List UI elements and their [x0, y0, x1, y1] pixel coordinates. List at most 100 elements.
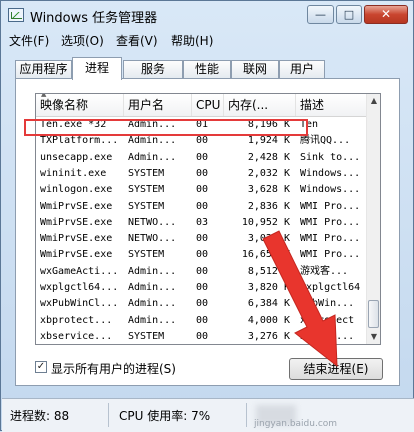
column-memory[interactable]: 内存(... [224, 94, 296, 116]
cell-mem: 16,652 K [241, 249, 290, 261]
table-row[interactable]: wxGameActi... Admin... 00 8,512 K 游戏客... [36, 264, 366, 280]
cell-mem: 3,628 K [247, 184, 290, 196]
table-row[interactable]: xbprotect... Admin... 00 4,000 K xbprotect [36, 313, 366, 329]
cell-user: SYSTEM [128, 249, 165, 261]
cell-mem: 6,384 K [247, 298, 290, 310]
close-button[interactable]: ✕ [364, 5, 408, 24]
cell-name: wininit.exe [40, 167, 107, 179]
scroll-down-icon[interactable]: ▼ [368, 330, 380, 344]
cell-desc: PubWin... [300, 298, 355, 310]
process-list[interactable]: ▲ 映像名称 用户名 CPU 内存(... 描述 Ten.exe *32 Admi… [35, 93, 381, 345]
tab-networking[interactable]: 联网 [231, 60, 279, 79]
cell-desc: Sink to... [300, 151, 361, 163]
cell-user: NETWO... [128, 233, 177, 245]
table-row[interactable]: Ten.exe *32 Admin... 01 8,196 K Ten [36, 117, 366, 133]
menu-file[interactable]: 文件(F) [9, 32, 49, 49]
status-bar: 进程数: 88 CPU 使用率: 7% [2, 398, 414, 432]
tab-services[interactable]: 服务 [123, 60, 183, 79]
cell-user: SYSTEM [128, 200, 165, 212]
cell-user: SYSTEM [128, 184, 165, 196]
tab-performance[interactable]: 性能 [183, 60, 231, 79]
table-row[interactable]: WmiPrvSE.exe SYSTEM 00 2,836 K WMI Pro... [36, 199, 366, 215]
cell-mem: 2,428 K [247, 151, 290, 163]
processes-panel: ▲ 映像名称 用户名 CPU 内存(... 描述 Ten.exe *32 Admi… [15, 78, 400, 386]
cell-mem: 3,028 K [247, 233, 290, 245]
cell-desc: WMI Pro... [300, 233, 361, 245]
table-row[interactable]: xbservice... SYSTEM 00 3,276 K xbserv... [36, 329, 366, 344]
tab-processes[interactable]: 进程 [72, 57, 122, 80]
cell-name: WmiPrvSE.exe [40, 233, 113, 245]
cell-desc: Windows... [300, 184, 361, 196]
window-title: Windows 任务管理器 [30, 11, 158, 26]
cell-name: wxPubWinCl... [40, 298, 119, 310]
cell-name: wxGameActi... [40, 265, 119, 277]
table-row[interactable]: WmiPrvSE.exe NETWO... 03 10,952 K WMI Pro... [36, 215, 366, 231]
cell-desc: 腾讯QQ... [300, 135, 351, 147]
cell-name: xbservice... [40, 330, 113, 342]
cell-name: wxplgctl64... [40, 282, 119, 293]
title-bar[interactable]: Windows 任务管理器 — □ ✕ [1, 1, 413, 29]
cell-name: xbprotect... [40, 314, 113, 326]
minimize-button[interactable]: — [307, 5, 334, 24]
column-description-label: 描述 [300, 98, 325, 112]
cell-desc: 游戏客... [300, 265, 349, 277]
table-row[interactable]: wininit.exe SYSTEM 00 2,032 K Windows... [36, 166, 366, 182]
sort-up-icon: ▲ [41, 93, 47, 98]
cell-cpu: 00 [196, 249, 209, 261]
cell-cpu: 00 [196, 265, 209, 277]
cell-name: TXPlatform... [40, 135, 119, 147]
cell-cpu: 00 [196, 282, 209, 293]
end-process-button[interactable]: 结束进程(E) [289, 358, 383, 380]
menu-view[interactable]: 查看(V) [116, 32, 158, 49]
column-user-name[interactable]: 用户名 [124, 94, 192, 116]
cell-cpu: 03 [196, 216, 209, 228]
watermark: jingyan.baidu.com [254, 419, 338, 429]
menu-help[interactable]: 帮助(H) [171, 32, 213, 49]
cell-cpu: 00 [196, 314, 209, 326]
scroll-thumb[interactable] [368, 300, 379, 328]
column-image-name[interactable]: ▲ 映像名称 [36, 94, 124, 116]
show-all-users-label: 显示所有用户的进程(S) [51, 362, 176, 376]
cell-mem: 8,196 K [247, 119, 290, 130]
cell-desc: Ten [300, 119, 319, 130]
cell-cpu: 00 [196, 184, 209, 196]
column-cpu[interactable]: CPU [192, 94, 224, 116]
cell-desc: xbprotect [300, 314, 355, 326]
cell-mem: 1,924 K [247, 135, 290, 147]
table-row[interactable]: WmiPrvSE.exe NETWO... 00 3,028 K WMI Pro... [36, 231, 366, 247]
cell-user: SYSTEM [128, 167, 165, 179]
cell-cpu: 00 [196, 151, 209, 163]
menu-options[interactable]: 选项(O) [61, 32, 104, 49]
scroll-up-icon[interactable]: ▲ [368, 94, 380, 108]
maximize-button[interactable]: □ [336, 5, 362, 24]
cell-name: WmiPrvSE.exe [40, 216, 113, 228]
column-description[interactable]: 描述 [296, 94, 366, 116]
cell-desc: WMI Pro... [300, 216, 361, 228]
table-row[interactable]: TXPlatform... Admin... 00 1,924 K 腾讯QQ... [36, 133, 366, 149]
table-row[interactable]: WmiPrvSE.exe SYSTEM 00 16,652 K WMI Pro... [36, 247, 366, 263]
cell-user: Admin... [128, 151, 177, 163]
table-row[interactable]: winlogon.exe SYSTEM 00 3,628 K Windows... [36, 182, 366, 198]
cell-mem: 8,512 K [247, 265, 290, 277]
table-row[interactable]: unsecapp.exe Admin... 00 2,428 K Sink to... [36, 150, 366, 166]
cell-user: Admin... [128, 119, 177, 130]
show-all-users-checkbox[interactable]: ✓ [35, 361, 47, 373]
cell-user: Admin... [128, 298, 177, 310]
cell-cpu: 00 [196, 135, 209, 147]
cell-mem: 4,000 K [247, 314, 290, 326]
cell-desc: wxplgctl64 [300, 282, 361, 293]
cell-user: SYSTEM [128, 330, 165, 342]
table-row[interactable]: wxplgctl64... Admin... 00 3,820 K wxplgctl64 [36, 280, 366, 296]
vertical-scrollbar[interactable]: ▲ ▼ [366, 94, 380, 344]
column-image-name-label: 映像名称 [40, 98, 89, 112]
cpu-usage: CPU 使用率: 7% [119, 409, 211, 423]
task-manager-window: Windows 任务管理器 — □ ✕ 文件(F) 选项(O) 查看(V) 帮助… [0, 0, 414, 432]
column-cpu-label: CPU [196, 98, 221, 112]
cell-user: Admin... [128, 135, 177, 147]
tab-users[interactable]: 用户 [279, 60, 325, 79]
table-row[interactable]: wxPubWinCl... Admin... 00 6,384 K PubWin... [36, 296, 366, 312]
cell-mem: 3,276 K [247, 330, 290, 342]
cell-cpu: 00 [196, 200, 209, 212]
tab-applications[interactable]: 应用程序 [15, 60, 72, 79]
column-memory-label: 内存(... [228, 98, 269, 112]
